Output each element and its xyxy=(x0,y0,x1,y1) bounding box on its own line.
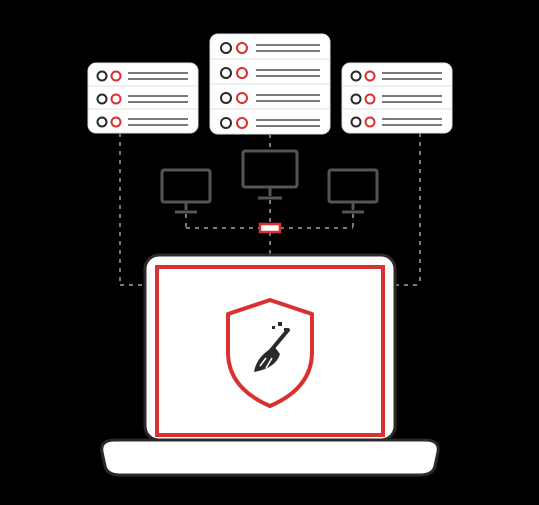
laptop-icon xyxy=(102,255,438,475)
network-security-diagram xyxy=(0,0,539,505)
server-stack-center xyxy=(210,34,330,134)
monitor-center xyxy=(243,151,297,198)
server-stack-right xyxy=(342,63,452,133)
monitor-left xyxy=(162,170,210,212)
hub-icon xyxy=(260,224,280,232)
server-stack-left xyxy=(88,63,198,133)
monitor-right xyxy=(329,170,377,212)
diagram-svg xyxy=(0,0,539,505)
